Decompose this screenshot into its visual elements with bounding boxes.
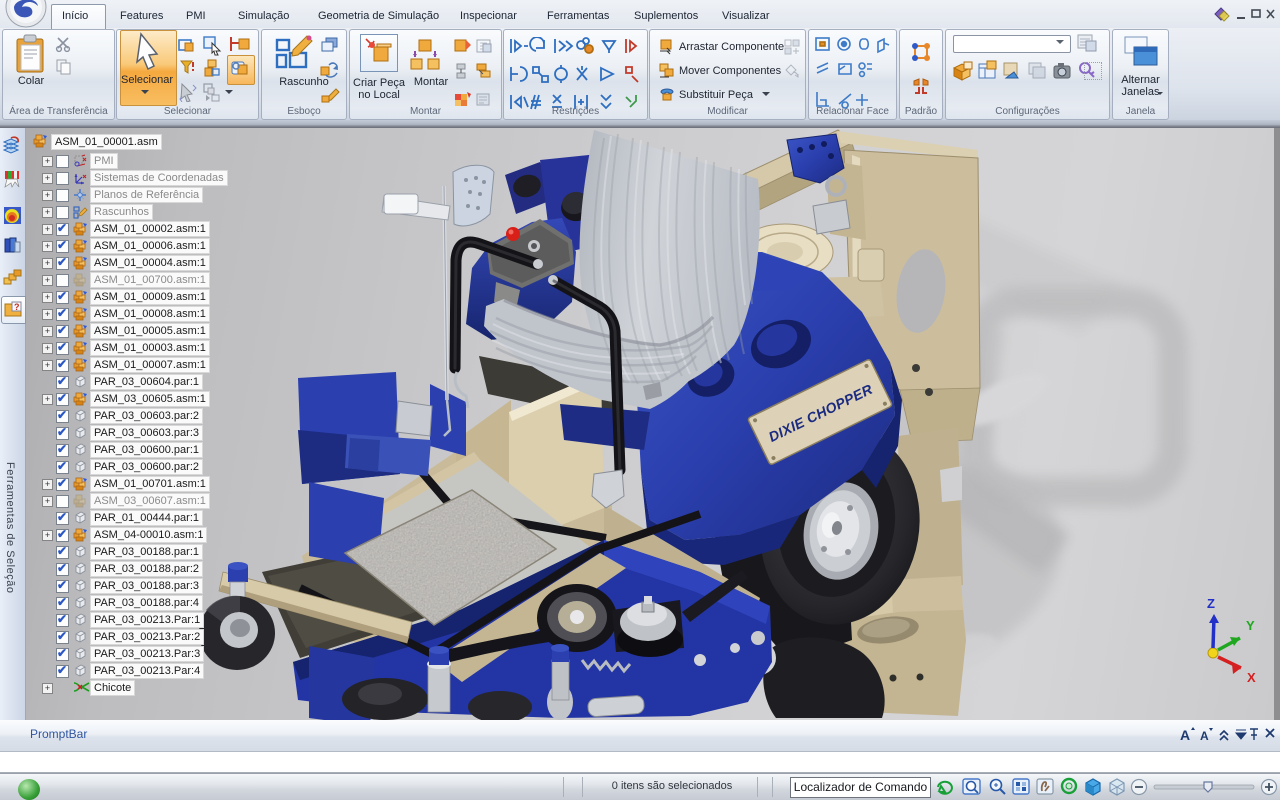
svg-text:Y: Y: [1246, 618, 1255, 633]
svg-text:?: ?: [14, 302, 20, 312]
svg-text:A: A: [1200, 729, 1209, 743]
svg-text:X: X: [1247, 670, 1256, 685]
svg-text:A: A: [1180, 727, 1190, 743]
svg-text:Z: Z: [1207, 596, 1215, 611]
